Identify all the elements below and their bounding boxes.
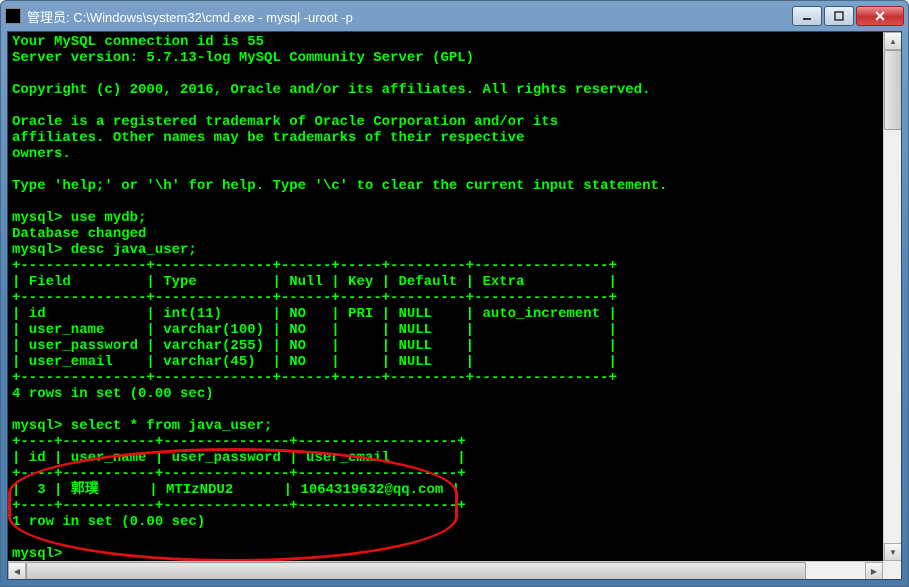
- window-controls: [792, 6, 904, 26]
- console-window: 管理员: C:\Windows\system32\cmd.exe - mysql…: [0, 0, 909, 587]
- terminal-line: Copyright (c) 2000, 2016, Oracle and/or …: [12, 82, 897, 98]
- terminal-line: Type 'help;' or '\h' for help. Type '\c'…: [12, 178, 897, 194]
- horizontal-scrollbar[interactable]: ◀ ▶: [8, 561, 883, 579]
- vertical-scroll-thumb[interactable]: [884, 50, 902, 130]
- terminal-line: Database changed: [12, 226, 897, 242]
- scroll-left-button[interactable]: ◀: [8, 562, 26, 580]
- terminal-line: [12, 402, 897, 418]
- terminal-line: affiliates. Other names may be trademark…: [12, 130, 897, 146]
- minimize-icon: [801, 10, 813, 22]
- minimize-button[interactable]: [792, 6, 822, 26]
- cmd-icon: [5, 8, 21, 24]
- terminal-line: mysql>: [12, 546, 897, 561]
- terminal-line: +----+-----------+---------------+------…: [12, 434, 897, 450]
- terminal-line: | Field | Type | Null | Key | Default | …: [12, 274, 897, 290]
- terminal-line: mysql> select * from java_user;: [12, 418, 897, 434]
- terminal-line: [12, 530, 897, 546]
- vertical-scrollbar[interactable]: ▲ ▼: [883, 32, 901, 561]
- window-title: 管理员: C:\Windows\system32\cmd.exe - mysql…: [27, 7, 792, 26]
- terminal-line: +----+-----------+---------------+------…: [12, 466, 897, 482]
- terminal-line: +---------------+--------------+------+-…: [12, 258, 897, 274]
- content-frame: Your MySQL connection id is 55Server ver…: [7, 31, 902, 580]
- scroll-up-button[interactable]: ▲: [884, 32, 902, 50]
- terminal-line: | user_name | varchar(100) | NO | | NULL…: [12, 322, 897, 338]
- terminal-line: Oracle is a registered trademark of Orac…: [12, 114, 897, 130]
- terminal-line: [12, 194, 897, 210]
- terminal-line: mysql> use mydb;: [12, 210, 897, 226]
- terminal-line: +---------------+--------------+------+-…: [12, 370, 897, 386]
- scroll-corner: [883, 561, 901, 579]
- terminal-line: +----+-----------+---------------+------…: [12, 498, 897, 514]
- terminal-line: Your MySQL connection id is 55: [12, 34, 897, 50]
- terminal-line: 4 rows in set (0.00 sec): [12, 386, 897, 402]
- terminal-output[interactable]: Your MySQL connection id is 55Server ver…: [8, 32, 901, 561]
- terminal-line: owners.: [12, 146, 897, 162]
- terminal-line: | 3 | 郭璞 | MTIzNDU2 | 1064319632@qq.com …: [12, 482, 897, 498]
- terminal-line: mysql> desc java_user;: [12, 242, 897, 258]
- terminal-line: +---------------+--------------+------+-…: [12, 290, 897, 306]
- terminal-line: 1 row in set (0.00 sec): [12, 514, 897, 530]
- titlebar[interactable]: 管理员: C:\Windows\system32\cmd.exe - mysql…: [1, 1, 908, 31]
- terminal-line: | id | user_name | user_password | user_…: [12, 450, 897, 466]
- close-button[interactable]: [856, 6, 904, 26]
- terminal-line: [12, 98, 897, 114]
- scroll-down-button[interactable]: ▼: [884, 543, 902, 561]
- scroll-right-button[interactable]: ▶: [865, 562, 883, 580]
- terminal-line: [12, 66, 897, 82]
- terminal-line: Server version: 5.7.13-log MySQL Communi…: [12, 50, 897, 66]
- terminal-line: | user_email | varchar(45) | NO | | NULL…: [12, 354, 897, 370]
- maximize-icon: [833, 10, 845, 22]
- maximize-button[interactable]: [824, 6, 854, 26]
- terminal-line: | id | int(11) | NO | PRI | NULL | auto_…: [12, 306, 897, 322]
- horizontal-scroll-thumb[interactable]: [26, 562, 806, 580]
- close-icon: [874, 10, 886, 22]
- terminal-line: | user_password | varchar(255) | NO | | …: [12, 338, 897, 354]
- terminal-line: [12, 162, 897, 178]
